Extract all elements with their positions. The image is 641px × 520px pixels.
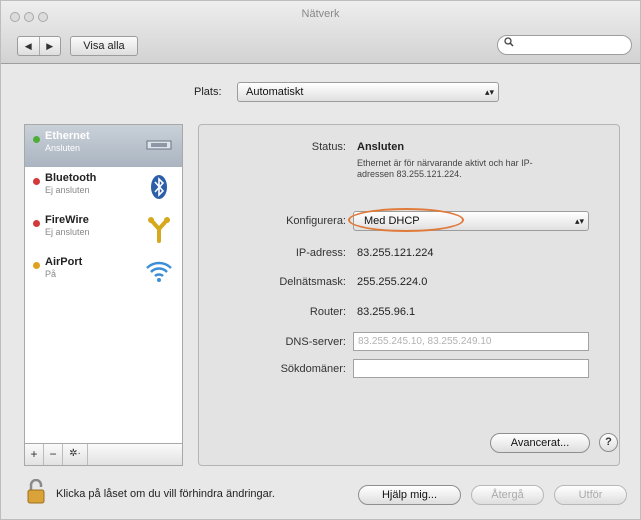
status-dot	[33, 220, 40, 227]
ip-value: 83.255.121.224	[357, 247, 434, 259]
lock-message: Klicka på låset om du vill förhindra änd…	[56, 488, 275, 500]
service-status: Ej ansluten	[45, 227, 90, 237]
advanced-button[interactable]: Avancerat...	[490, 433, 590, 453]
status-dot	[33, 136, 40, 143]
status-label: Status:	[311, 141, 346, 153]
subnet-mask-label: Delnätsmask:	[279, 276, 346, 288]
router-value: 83.255.96.1	[357, 306, 416, 318]
search-field[interactable]	[497, 35, 632, 55]
apply-button[interactable]: Utför	[554, 485, 627, 505]
network-preferences-window: Nätverk ◀ ▶ Visa alla Plats: Automatiskt…	[0, 0, 641, 520]
bluetooth-icon	[151, 175, 167, 199]
status-description-line2: adressen 83.255.121.224.	[357, 169, 462, 179]
airport-icon	[146, 261, 172, 282]
router-label: Router:	[309, 306, 346, 318]
service-status: På	[45, 269, 57, 279]
service-item-bluetooth[interactable]: Bluetooth Ej ansluten	[25, 167, 182, 209]
location-popup[interactable]: Automatiskt ▴▾	[237, 82, 499, 102]
service-item-airport[interactable]: AirPort På	[25, 251, 182, 293]
dns-server-label: DNS-server:	[285, 336, 346, 348]
configure-label: Konfigurera:	[286, 215, 346, 227]
show-all-button[interactable]: Visa alla	[70, 36, 138, 56]
gear-icon[interactable]: ✲·	[63, 444, 88, 465]
updown-arrows-icon: ▴▾	[574, 216, 584, 226]
location-label: Plats:	[194, 86, 222, 98]
back-button[interactable]: ◀	[18, 37, 40, 55]
subnet-mask-value: 255.255.224.0	[357, 276, 428, 288]
service-list: Ethernet Ansluten Bluetooth Ej ansluten …	[24, 124, 183, 444]
status-dot	[33, 262, 40, 269]
add-service-button[interactable]: +	[25, 444, 44, 465]
service-name: AirPort	[45, 256, 83, 268]
status-dot	[33, 178, 40, 185]
service-name: FireWire	[45, 214, 89, 226]
status-value: Ansluten	[357, 141, 405, 153]
lock-icon[interactable]	[27, 479, 47, 505]
search-icon	[504, 37, 514, 50]
search-input[interactable]	[516, 38, 628, 54]
ethernet-icon	[146, 140, 172, 150]
search-domains-label: Sökdomäner:	[280, 363, 346, 375]
service-status: Ej ansluten	[45, 185, 90, 195]
forward-button[interactable]: ▶	[40, 37, 61, 55]
help-button[interactable]: ?	[599, 433, 618, 452]
dns-server-field[interactable]: 83.255.245.10, 83.255.249.10	[353, 332, 589, 351]
service-item-ethernet[interactable]: Ethernet Ansluten	[25, 125, 182, 167]
search-domains-field[interactable]	[353, 359, 589, 378]
assist-me-button[interactable]: Hjälp mig...	[358, 485, 461, 505]
service-list-controls: + − ✲·	[24, 444, 183, 466]
service-name: Bluetooth	[45, 172, 97, 184]
service-name: Ethernet	[45, 130, 90, 142]
revert-button[interactable]: Återgå	[471, 485, 544, 505]
back-forward-control: ◀ ▶	[17, 36, 61, 56]
status-description: Ethernet är för närvarande aktivt och ha…	[357, 158, 533, 168]
firewire-icon	[148, 217, 170, 243]
service-item-firewire[interactable]: FireWire Ej ansluten	[25, 209, 182, 251]
service-status: Ansluten	[45, 143, 81, 153]
location-value: Automatiskt	[246, 86, 304, 98]
remove-service-button[interactable]: −	[44, 444, 63, 465]
ip-label: IP-adress:	[295, 247, 346, 259]
updown-arrows-icon: ▴▾	[484, 87, 494, 97]
highlight-circle	[348, 208, 464, 232]
window-title: Nätverk	[301, 8, 340, 20]
toolbar: Nätverk ◀ ▶ Visa alla	[1, 1, 640, 64]
